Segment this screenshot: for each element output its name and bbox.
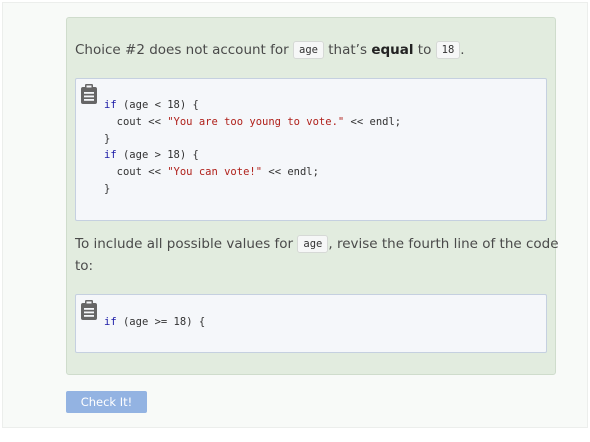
code-text: << endl; xyxy=(262,166,319,179)
inline-code-age-2: age xyxy=(297,235,329,253)
code-text: (age >= 18) { xyxy=(116,316,206,328)
clipboard-icon[interactable] xyxy=(80,84,98,104)
code-line: } xyxy=(104,183,110,195)
code-keyword: if xyxy=(104,316,117,328)
code-listing-2: if (age >= 18) { xyxy=(104,314,205,331)
check-it-button[interactable]: Check It! xyxy=(66,391,147,413)
code-line: } xyxy=(104,133,110,145)
code-text: } xyxy=(104,182,111,195)
feedback-line-2: To include all possible values for age, … xyxy=(75,233,559,255)
code-keyword: if xyxy=(104,149,117,162)
code-line: if (age < 18) { xyxy=(104,99,199,111)
inline-code-18: 18 xyxy=(435,41,461,59)
code-text: (age < 18) { xyxy=(116,99,199,111)
code-string: "You are too young to vote." xyxy=(167,115,345,128)
feedback-text-4: . xyxy=(460,42,465,58)
inline-code-age: age xyxy=(293,41,324,59)
feedback-text-6: , revise the fourth line of the code xyxy=(328,236,559,252)
code-block-1: if (age < 18) { cout << "You are too you… xyxy=(75,78,547,221)
code-text: (age > 18) { xyxy=(116,149,199,162)
code-string: "You can vote!" xyxy=(167,166,263,179)
feedback-text-2: that’s xyxy=(328,42,368,58)
code-text: << endl; xyxy=(344,115,402,128)
code-line: if (age > 18) { xyxy=(104,149,199,161)
code-line: cout << "You can vote!" << endl; xyxy=(104,166,319,178)
code-listing-1: if (age < 18) { cout << "You are too you… xyxy=(104,97,401,198)
feedback-text-3: to xyxy=(417,42,432,58)
code-text: cout << xyxy=(104,115,168,128)
code-keyword: if xyxy=(104,99,117,111)
code-text: } xyxy=(104,132,111,145)
feedback-text-1: Choice #2 does not account for xyxy=(75,42,289,58)
code-text: cout << xyxy=(104,166,168,179)
code-block-2: if (age >= 18) { xyxy=(75,294,547,353)
feedback-line-3: to: xyxy=(75,258,94,274)
feedback-bold-equal: equal xyxy=(371,42,414,58)
clipboard-icon[interactable] xyxy=(80,300,98,320)
feedback-line-1: Choice #2 does not account for age that’… xyxy=(75,39,465,61)
feedback-text-5: To include all possible values for xyxy=(75,236,294,252)
code-line: if (age >= 18) { xyxy=(104,316,205,328)
code-line: cout << "You are too young to vote." << … xyxy=(104,115,402,128)
feedback-panel: Choice #2 does not account for age that’… xyxy=(66,17,559,375)
